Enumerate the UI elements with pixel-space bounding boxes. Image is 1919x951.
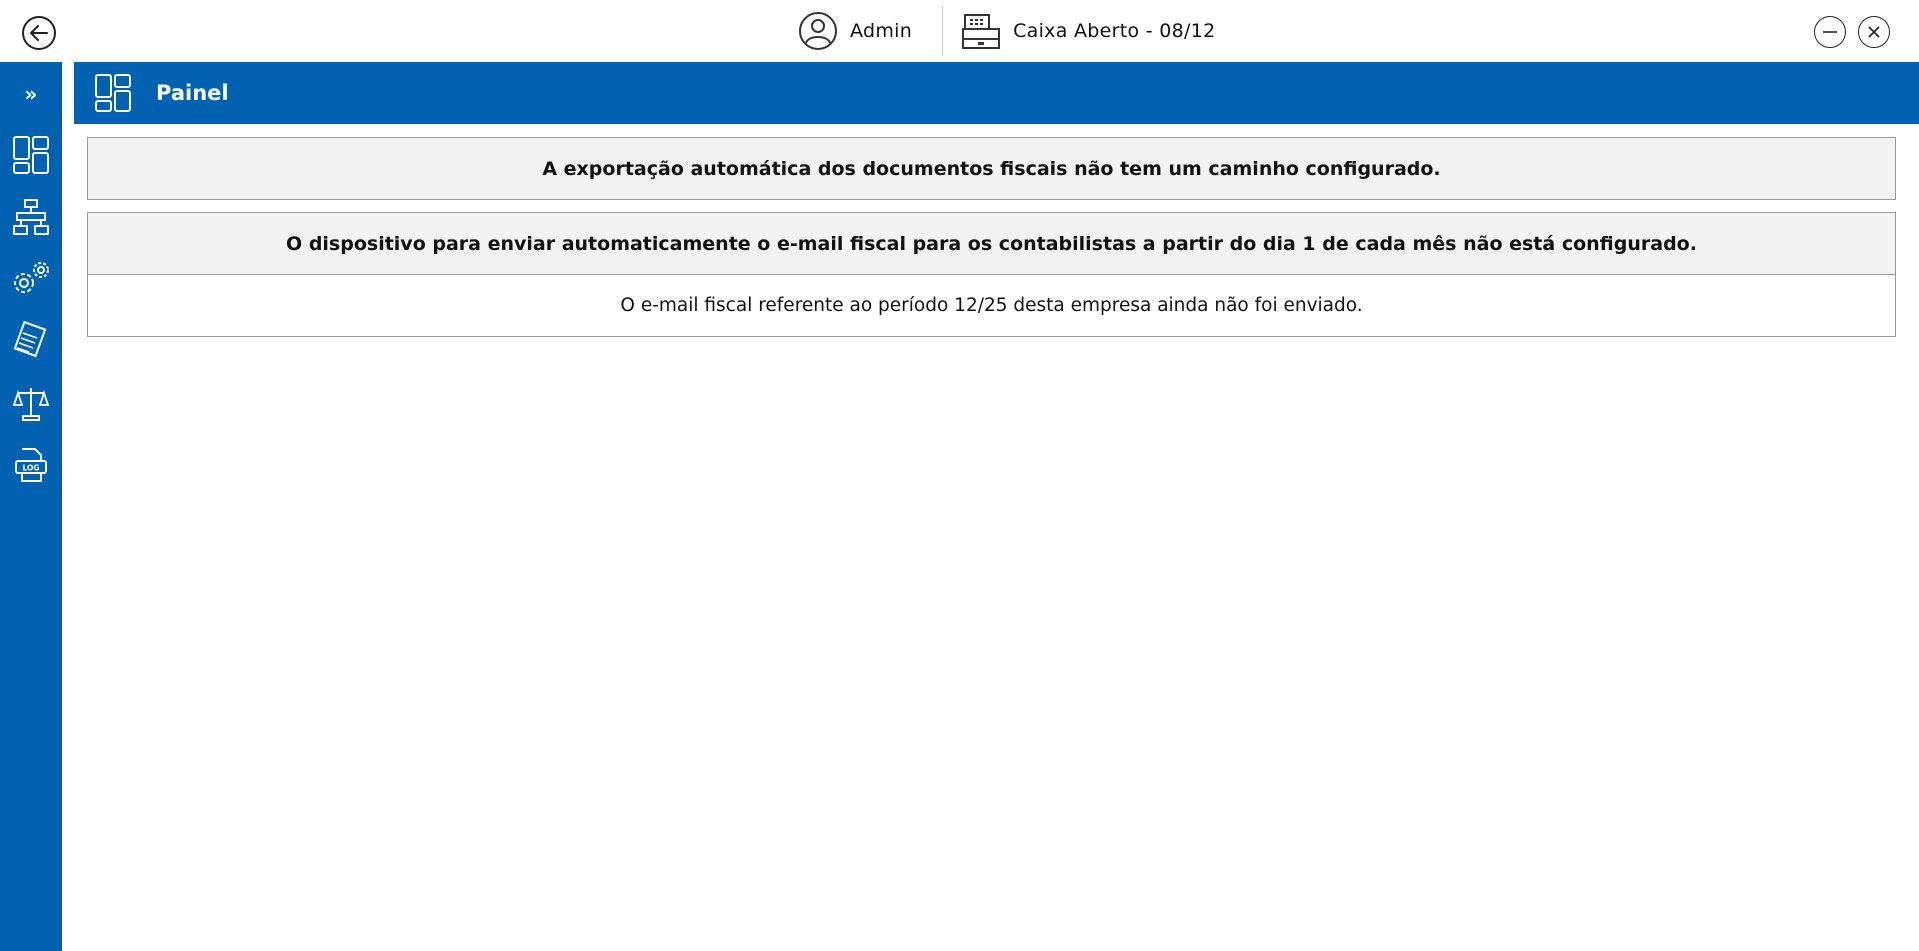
notice-export-path: A exportação automática dos documentos f… <box>87 137 1896 200</box>
user-icon <box>799 12 837 50</box>
page-header: Painel <box>74 62 1919 124</box>
user-name: Admin <box>850 20 913 42</box>
cash-register-label: Caixa Aberto - 08/12 <box>1013 20 1216 42</box>
dashboard-icon <box>95 74 131 112</box>
minimize-icon <box>1823 31 1837 33</box>
dashboard-icon <box>13 136 49 174</box>
notice-email-device: O dispositivo para enviar automaticament… <box>87 212 1896 275</box>
documents-icon <box>13 321 47 358</box>
notice-text: O dispositivo para enviar automaticament… <box>286 232 1697 255</box>
minimize-button[interactable] <box>1814 16 1846 48</box>
notice-text: O e-mail fiscal referente ao período 12/… <box>620 295 1363 316</box>
sidebar-item-settings[interactable] <box>8 256 54 302</box>
page-title: Painel <box>156 81 229 105</box>
svg-text:LOG: LOG <box>22 464 39 473</box>
sidebar-item-dashboard[interactable] <box>8 132 54 178</box>
notice-email-pending: O e-mail fiscal referente ao período 12/… <box>87 274 1896 337</box>
arrow-left-icon <box>30 25 48 41</box>
sidebar-item-documents[interactable] <box>8 318 54 364</box>
notice-text: A exportação automática dos documentos f… <box>542 157 1441 180</box>
back-button[interactable] <box>22 16 56 50</box>
close-button[interactable] <box>1858 16 1890 48</box>
scales-icon <box>12 388 50 421</box>
settings-gears-icon <box>14 262 49 293</box>
close-icon <box>1868 26 1880 38</box>
sidebar-item-fiscal[interactable] <box>8 380 54 426</box>
network-icon <box>13 199 49 235</box>
cash-register-icon <box>962 14 1001 49</box>
sidebar-expand-button[interactable]: » <box>0 62 62 126</box>
log-file-icon: LOG <box>15 448 47 482</box>
divider <box>942 6 944 56</box>
sidebar: » LOG <box>0 62 62 951</box>
sidebar-item-log[interactable]: LOG <box>8 442 54 488</box>
sidebar-item-network[interactable] <box>8 194 54 240</box>
user-block[interactable]: Admin <box>798 11 912 51</box>
cash-register-status[interactable]: Caixa Aberto - 08/12 <box>961 11 1215 51</box>
session-info: Admin Caixa Aberto - 08/12 <box>798 0 1216 62</box>
double-chevron-right-icon: » <box>24 82 38 106</box>
top-bar: Admin Caixa Aberto - 08/12 <box>0 0 1919 62</box>
